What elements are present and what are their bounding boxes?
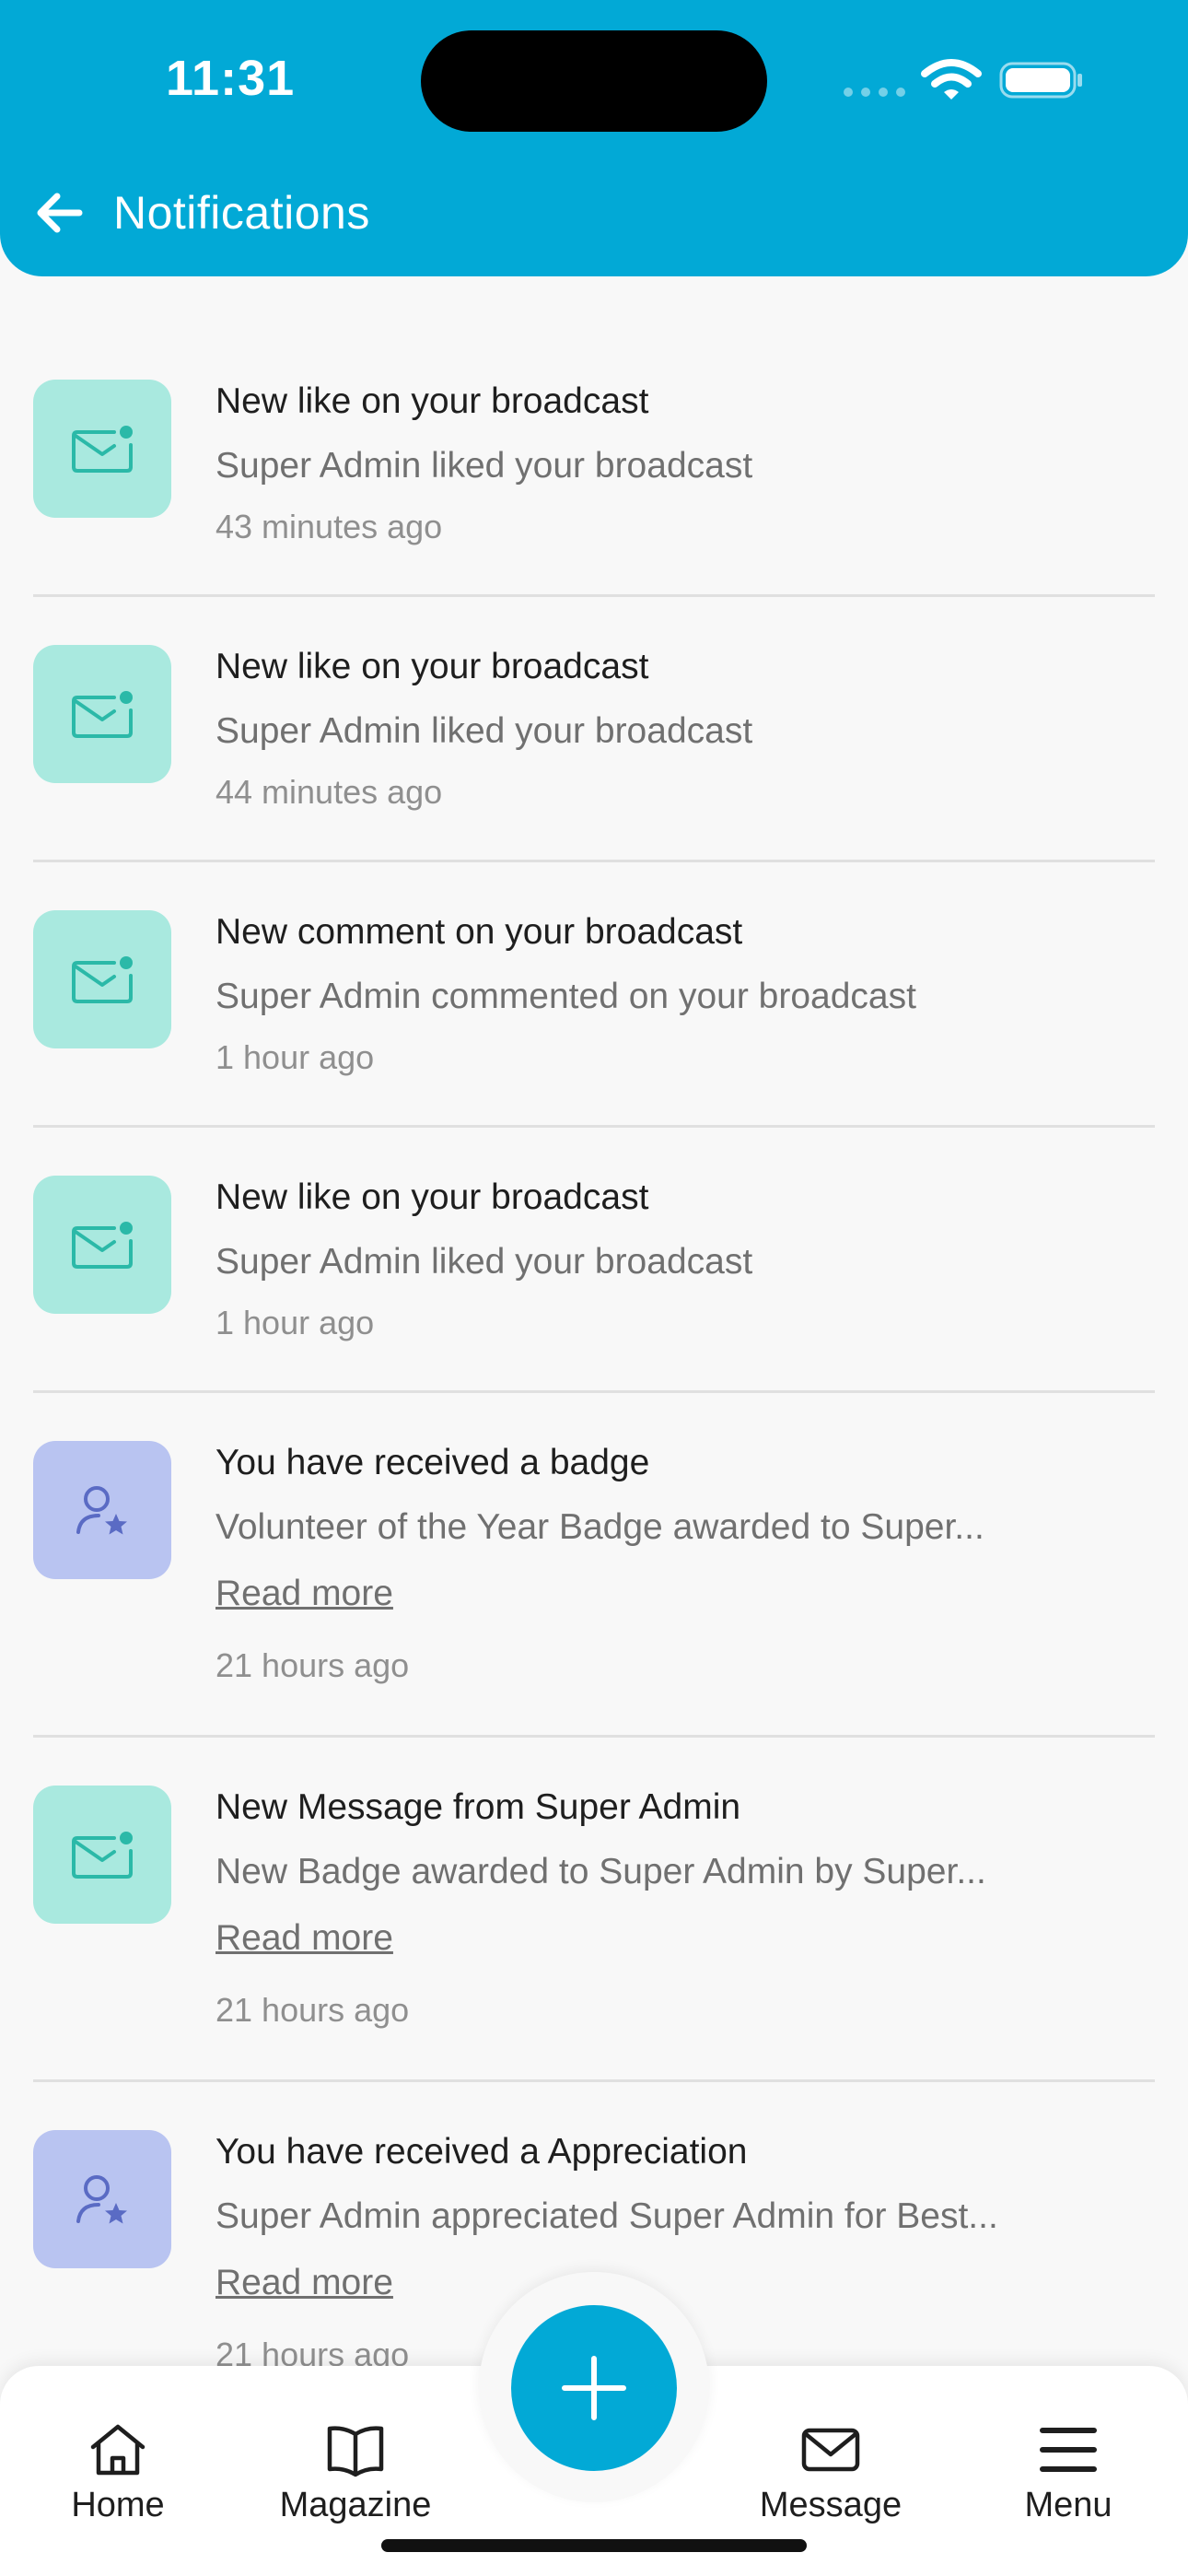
notification-title: You have received a badge xyxy=(215,1443,650,1482)
nav-magazine[interactable]: Magazine xyxy=(273,2421,438,2525)
notification-description: Super Admin liked your broadcast xyxy=(215,711,753,751)
notification-list: New like on your broadcast Super Admin l… xyxy=(33,332,1155,2427)
notification-title: You have received a Appreciation xyxy=(215,2132,748,2172)
notification-description: Volunteer of the Year Badge awarded to S… xyxy=(215,1507,984,1547)
mail-icon xyxy=(33,1786,171,1924)
page-title: Notifications xyxy=(113,187,370,239)
wifi-icon xyxy=(921,59,982,100)
nav-menu[interactable]: Menu xyxy=(1013,2421,1124,2525)
notification-title: New Message from Super Admin xyxy=(215,1787,741,1827)
cellular-signal-icon xyxy=(844,88,905,97)
add-button[interactable] xyxy=(511,2305,677,2471)
back-arrow-icon[interactable] xyxy=(35,192,83,234)
notifications-screen: 11:31 Notifications New like on your bro… xyxy=(0,0,1188,2576)
notification-time: 1 hour ago xyxy=(215,1038,375,1076)
notification-time: 21 hours ago xyxy=(215,1991,410,2029)
app-header: 11:31 Notifications xyxy=(0,0,1188,276)
mail-icon xyxy=(33,645,171,783)
home-icon xyxy=(90,2424,146,2476)
notification-title: New like on your broadcast xyxy=(215,1177,649,1217)
notification-item[interactable]: New like on your broadcast Super Admin l… xyxy=(33,1128,1155,1393)
hamburger-menu-icon xyxy=(1040,2428,1097,2472)
notification-title: New like on your broadcast xyxy=(215,381,649,421)
mail-icon xyxy=(33,1176,171,1314)
notification-time: 21 hours ago xyxy=(215,1646,410,1684)
notification-time: 43 minutes ago xyxy=(215,508,443,545)
home-indicator xyxy=(381,2539,807,2552)
user-badge-icon xyxy=(33,1441,171,1579)
notification-time: 1 hour ago xyxy=(215,1304,375,1341)
read-more-link[interactable]: Read more xyxy=(215,1916,393,1961)
read-more-link[interactable]: Read more xyxy=(215,2261,393,2305)
nav-menu-label: Menu xyxy=(1024,2486,1112,2524)
notification-description: Super Admin liked your broadcast xyxy=(215,446,753,486)
notification-description: Super Admin liked your broadcast xyxy=(215,1242,753,1282)
nav-message[interactable]: Message xyxy=(751,2421,910,2525)
notification-title: New comment on your broadcast xyxy=(215,912,743,952)
notification-item[interactable]: You have received a badge Volunteer of t… xyxy=(33,1393,1155,1738)
nav-home-label: Home xyxy=(71,2486,165,2524)
notification-time: 44 minutes ago xyxy=(215,773,443,811)
battery-icon xyxy=(999,62,1082,99)
notification-title: New like on your broadcast xyxy=(215,647,649,686)
envelope-icon xyxy=(801,2428,860,2472)
notification-description: Super Admin appreciated Super Admin for … xyxy=(215,2196,998,2236)
status-time: 11:31 xyxy=(166,51,296,106)
notification-description: Super Admin commented on your broadcast xyxy=(215,977,916,1016)
notification-description: New Badge awarded to Super Admin by Supe… xyxy=(215,1852,986,1891)
notification-item[interactable]: New Message from Super Admin New Badge a… xyxy=(33,1738,1155,2082)
book-icon xyxy=(327,2426,384,2477)
mail-icon xyxy=(33,380,171,518)
mail-icon xyxy=(33,910,171,1048)
nav-message-label: Message xyxy=(759,2486,903,2524)
notification-item[interactable]: New comment on your broadcast Super Admi… xyxy=(33,862,1155,1128)
read-more-link[interactable]: Read more xyxy=(215,1572,393,1616)
nav-magazine-label: Magazine xyxy=(279,2486,432,2524)
user-badge-icon xyxy=(33,2130,171,2268)
nav-home[interactable]: Home xyxy=(66,2421,169,2525)
notification-item[interactable]: New like on your broadcast Super Admin l… xyxy=(33,597,1155,862)
notification-item[interactable]: New like on your broadcast Super Admin l… xyxy=(33,332,1155,597)
dynamic-island xyxy=(421,30,767,132)
plus-icon xyxy=(562,2356,626,2420)
